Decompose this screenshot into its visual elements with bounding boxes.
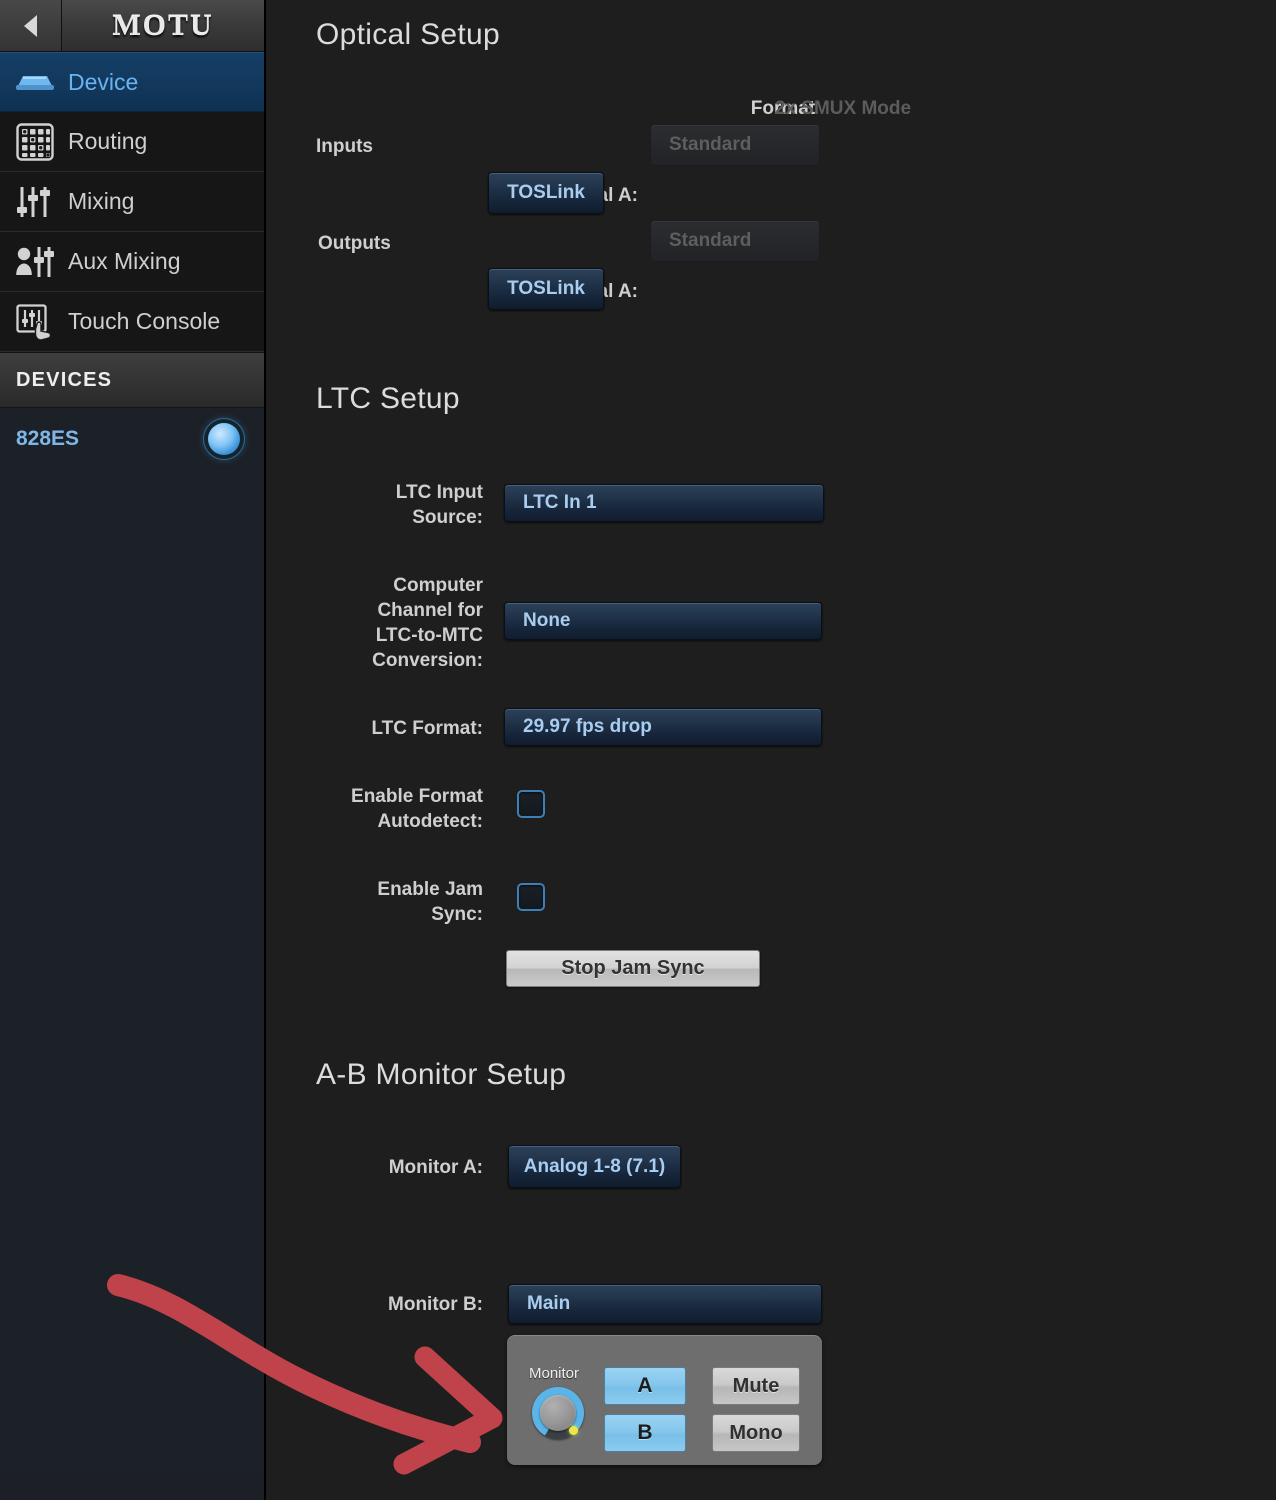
ltc-to-mtc-channel-select[interactable]: None [504, 602, 822, 640]
optical-setup-title: Optical Setup [316, 18, 501, 51]
input-optical-a-format-select[interactable]: TOSLink [488, 172, 604, 214]
monitor-mono-button[interactable]: Mono [712, 1414, 800, 1452]
monitor-mute-button[interactable]: Mute [712, 1367, 800, 1405]
device-list-item-828es[interactable]: 828ES [0, 408, 264, 470]
sidebar-item-mixing[interactable]: Mixing [0, 172, 264, 232]
monitor-b-button[interactable]: B [604, 1414, 686, 1452]
sidebar-item-label: Device [68, 68, 139, 95]
motu-logo: MOTU [62, 0, 264, 51]
motu-pro-audio-control-window: MOTU Device Routing Mixing Aux Mixing To… [0, 0, 1276, 1500]
optical-smux-column-header: 2x SMUX Mode [774, 98, 912, 119]
ltc-computer-channel-label: Computer Channel for LTC-to-MTC Conversi… [372, 575, 483, 671]
sidebar-item-label: Touch Console [68, 308, 221, 334]
sidebar-item-device[interactable]: Device [0, 52, 264, 112]
output-optical-a-format-select[interactable]: TOSLink [488, 268, 604, 310]
aux-person-faders-icon [8, 243, 62, 281]
sidebar-empty-area [0, 470, 264, 1470]
monitor-knob-label: Monitor [529, 1365, 580, 1382]
monitor-b-label: Monitor B: [388, 1294, 483, 1315]
sidebar-item-routing[interactable]: Routing [0, 112, 264, 172]
monitor-knob-indicator-icon [569, 1426, 578, 1435]
sidebar-item-label: Routing [68, 128, 148, 154]
left-triangle-icon [24, 14, 37, 37]
ab-monitor-setup-title: A-B Monitor Setup [316, 1058, 567, 1091]
ltc-setup-title: LTC Setup [316, 382, 460, 415]
back-button[interactable] [0, 0, 62, 51]
output-smux-mode-select[interactable]: Standard [650, 220, 820, 262]
sidebar: MOTU Device Routing Mixing Aux Mixing To… [0, 0, 266, 1500]
enable-format-autodetect-label: Enable Format Autodetect: [351, 786, 483, 832]
device-name: 828ES [16, 427, 80, 450]
touch-console-icon [8, 302, 62, 342]
monitor-a-label: Monitor A: [388, 1157, 483, 1178]
sidebar-header: MOTU [0, 0, 264, 52]
enable-jam-sync-checkbox[interactable] [517, 883, 545, 911]
enable-format-autodetect-checkbox[interactable] [517, 790, 545, 818]
ltc-input-source-select[interactable]: LTC In 1 [504, 484, 824, 522]
ltc-format-label: LTC Format: [371, 718, 483, 739]
monitor-b-select[interactable]: Main [508, 1284, 822, 1324]
sidebar-item-touch-console[interactable]: Touch Console [0, 292, 264, 352]
sidebar-item-aux-mixing[interactable]: Aux Mixing [0, 232, 264, 292]
optical-outputs-label: Outputs [318, 233, 391, 254]
mixer-faders-icon [8, 183, 62, 221]
devices-section-header: DEVICES [0, 352, 264, 408]
monitor-a-select[interactable]: Analog 1-8 (7.1) [508, 1145, 681, 1188]
ltc-input-source-label: LTC Input Source: [395, 482, 483, 528]
monitor-a-button[interactable]: A [604, 1367, 686, 1405]
input-smux-mode-select[interactable]: Standard [650, 124, 820, 166]
ltc-format-select[interactable]: 29.97 fps drop [504, 708, 822, 746]
stop-jam-sync-button[interactable]: Stop Jam Sync [506, 950, 760, 987]
optical-inputs-label: Inputs [316, 136, 373, 157]
enable-jam-sync-label: Enable Jam Sync: [377, 879, 483, 925]
sidebar-item-label: Aux Mixing [68, 248, 181, 274]
device-interface-icon [8, 69, 62, 95]
sidebar-item-label: Mixing [68, 188, 135, 214]
monitor-control-pod: Monitor A B Mute Mono [507, 1335, 822, 1465]
device-selected-led-icon[interactable] [208, 423, 240, 455]
main-content: Optical Setup Format 2x SMUX Mode Inputs… [268, 0, 1276, 1500]
routing-grid-icon [8, 122, 62, 161]
